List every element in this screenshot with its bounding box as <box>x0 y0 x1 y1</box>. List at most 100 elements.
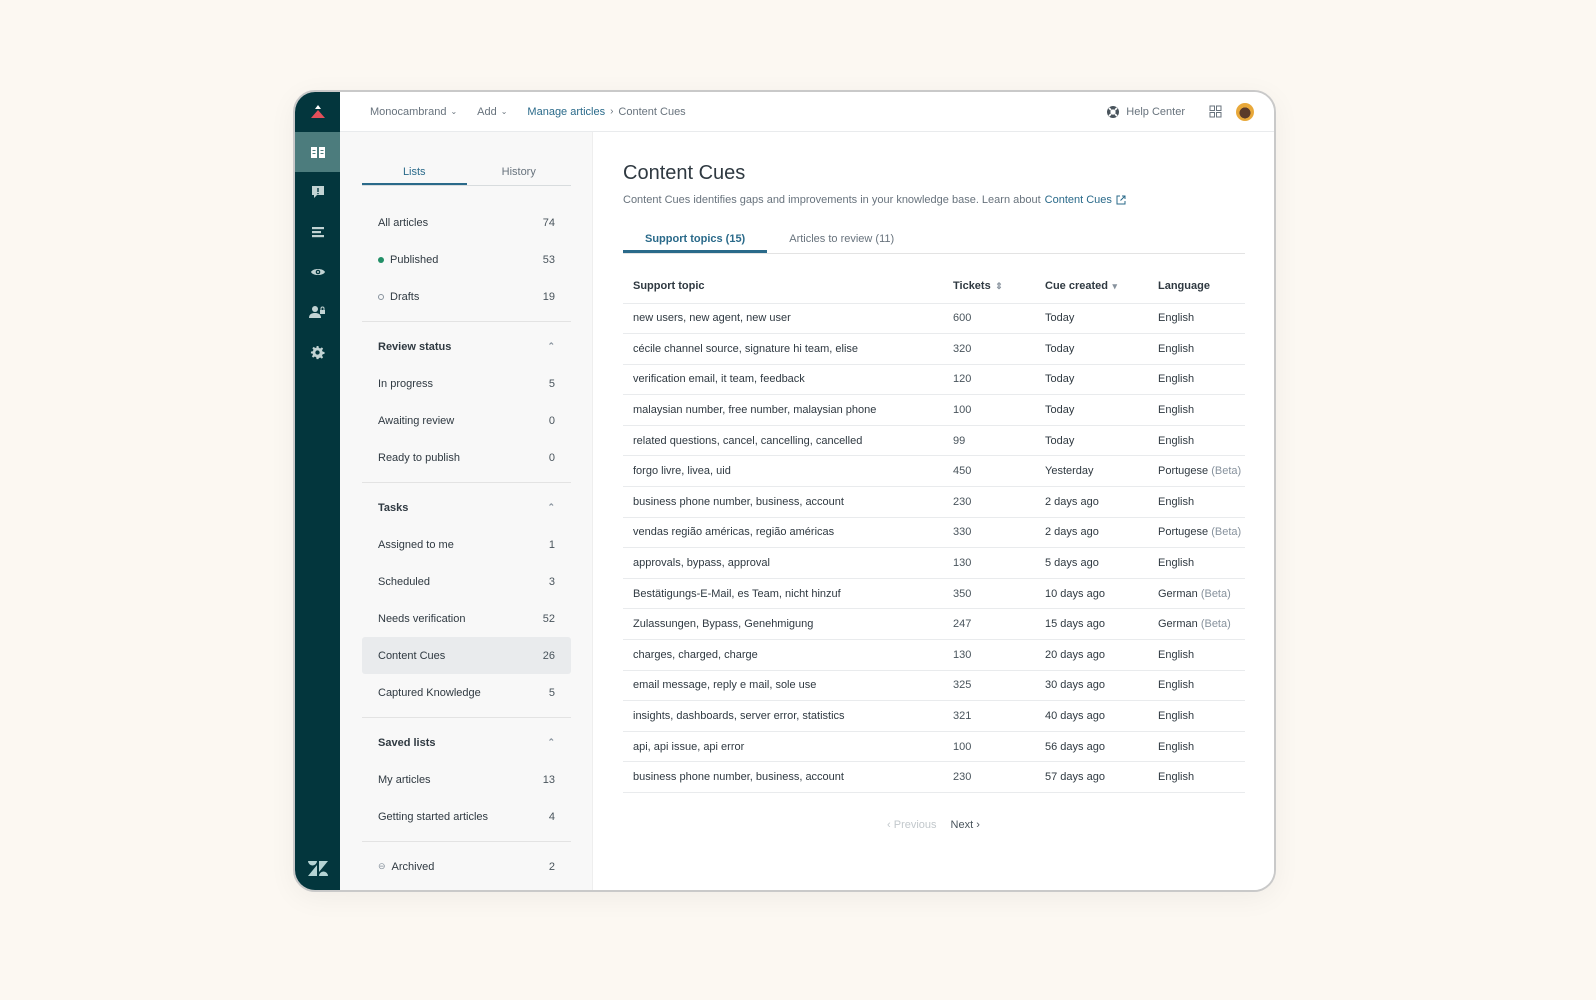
user-permissions-icon <box>309 305 326 319</box>
cell-tickets: 230 <box>943 487 1035 518</box>
cell-language: English <box>1148 670 1245 701</box>
cell-tickets: 100 <box>943 731 1035 762</box>
previous-page-button[interactable]: ‹ Previous <box>887 819 937 831</box>
table-row[interactable]: Zulassungen, Bypass, Genehmigung24715 da… <box>623 609 1245 640</box>
rail-permissions[interactable] <box>295 292 340 332</box>
list-item-scheduled[interactable]: Scheduled 3 <box>362 563 571 600</box>
table-row[interactable]: api, api issue, api error10056 days agoE… <box>623 731 1245 762</box>
column-tickets[interactable]: Tickets ⇕ <box>943 269 1035 303</box>
cell-language: English <box>1148 395 1245 426</box>
language-label: English <box>1158 649 1194 661</box>
rail-settings[interactable] <box>295 332 340 372</box>
zendesk-logo[interactable] <box>295 861 340 876</box>
tab-lists[interactable]: Lists <box>362 160 467 185</box>
eye-icon <box>310 266 326 278</box>
page-title: Content Cues <box>623 162 745 185</box>
cell-language: English <box>1148 364 1245 395</box>
cell-tickets: 330 <box>943 517 1035 548</box>
column-cue-created[interactable]: Cue created ▾ <box>1035 269 1148 303</box>
list-item-captured-knowledge[interactable]: Captured Knowledge 5 <box>362 674 571 711</box>
apps-grid-icon <box>1209 105 1222 118</box>
table-row[interactable]: related questions, cancel, cancelling, c… <box>623 425 1245 456</box>
lifebuoy-icon <box>1106 105 1120 119</box>
list-item-label: Scheduled <box>378 576 430 588</box>
list-item-awaiting-review[interactable]: Awaiting review 0 <box>362 402 571 439</box>
table-row[interactable]: approvals, bypass, approval1305 days ago… <box>623 548 1245 579</box>
cell-tickets: 600 <box>943 303 1035 334</box>
list-item-assigned-to-me[interactable]: Assigned to me 1 <box>362 526 571 563</box>
list-item-drafts[interactable]: Drafts 19 <box>362 278 571 315</box>
chevron-up-icon: ⌃ <box>547 341 555 352</box>
list-item-my-articles[interactable]: My articles 13 <box>362 761 571 798</box>
apps-button[interactable] <box>1209 105 1222 118</box>
table-row[interactable]: business phone number, business, account… <box>623 487 1245 518</box>
sort-icon[interactable]: ⇕ <box>993 281 1003 291</box>
divider <box>362 717 571 718</box>
cell-topic: malaysian number, free number, malaysian… <box>623 395 943 426</box>
section-saved-lists[interactable]: Saved lists ⌃ <box>362 724 571 761</box>
brand-dropdown[interactable]: Monocambrand ⌄ <box>370 106 457 118</box>
chevron-down-icon: ⌄ <box>501 107 508 116</box>
table-row[interactable]: charges, charged, charge13020 days agoEn… <box>623 640 1245 671</box>
section-tasks[interactable]: Tasks ⌃ <box>362 489 571 526</box>
rail-preview[interactable] <box>295 252 340 292</box>
language-label: English <box>1158 710 1194 722</box>
table-row[interactable]: business phone number, business, account… <box>623 762 1245 793</box>
learn-more-link[interactable]: Content Cues <box>1045 194 1112 206</box>
cell-cue-created: 2 days ago <box>1035 487 1148 518</box>
list-item-getting-started[interactable]: Getting started articles 4 <box>362 798 571 835</box>
beta-badge: (Beta) <box>1211 526 1241 538</box>
rail-knowledge[interactable] <box>295 132 340 172</box>
breadcrumb-manage-articles[interactable]: Manage articles <box>527 106 605 118</box>
list-item-archived[interactable]: ⊖ Archived 2 <box>362 848 571 885</box>
user-avatar[interactable] <box>1236 103 1254 121</box>
alert-icon <box>311 185 325 199</box>
cell-cue-created: 20 days ago <box>1035 640 1148 671</box>
language-label: English <box>1158 771 1194 783</box>
list-item-in-progress[interactable]: In progress 5 <box>362 365 571 402</box>
cell-language: Portugese (Beta) <box>1148 456 1245 487</box>
language-label: Portugese <box>1158 526 1208 538</box>
table-row[interactable]: verification email, it team, feedback120… <box>623 364 1245 395</box>
rail-alerts[interactable] <box>295 172 340 212</box>
guide-logo[interactable] <box>295 92 340 132</box>
cell-tickets: 321 <box>943 701 1035 732</box>
rail-lists[interactable] <box>295 212 340 252</box>
list-item-needs-verification[interactable]: Needs verification 52 <box>362 600 571 637</box>
cell-language: English <box>1148 548 1245 579</box>
list-item-content-cues[interactable]: Content Cues 26 <box>362 637 571 674</box>
sort-descending-icon[interactable]: ▾ <box>1110 281 1117 291</box>
table-row[interactable]: cécile channel source, signature hi team… <box>623 334 1245 365</box>
column-label: Language <box>1158 280 1210 292</box>
language-label: English <box>1158 496 1194 508</box>
tab-history[interactable]: History <box>467 160 572 185</box>
cell-cue-created: 30 days ago <box>1035 670 1148 701</box>
cell-cue-created: Today <box>1035 364 1148 395</box>
list-item-ready-to-publish[interactable]: Ready to publish 0 <box>362 439 571 476</box>
panel-tabs: Lists History <box>362 160 571 186</box>
table-row[interactable]: Bestätigungs-E-Mail, es Team, nicht hinz… <box>623 578 1245 609</box>
table-row[interactable]: vendas região américas, região américas3… <box>623 517 1245 548</box>
language-label: English <box>1158 373 1194 385</box>
next-page-button[interactable]: Next › <box>951 819 980 831</box>
list-item-count: 2 <box>549 861 555 873</box>
table-row[interactable]: forgo livre, livea, uid450YesterdayPortu… <box>623 456 1245 487</box>
help-center-link[interactable]: Help Center <box>1106 105 1185 119</box>
table-row[interactable]: malaysian number, free number, malaysian… <box>623 395 1245 426</box>
list-item-published[interactable]: Published 53 <box>362 241 571 278</box>
table-row[interactable]: insights, dashboards, server error, stat… <box>623 701 1245 732</box>
description-text: Content Cues identifies gaps and improve… <box>623 194 1041 206</box>
list-item-count: 0 <box>549 415 555 427</box>
cell-language: Portugese (Beta) <box>1148 517 1245 548</box>
list-item-count: 1 <box>549 539 555 551</box>
list-item-all-articles[interactable]: All articles 74 <box>362 204 571 241</box>
add-label: Add <box>477 106 497 118</box>
section-review-status[interactable]: Review status ⌃ <box>362 328 571 365</box>
table-row[interactable]: new users, new agent, new user600TodayEn… <box>623 303 1245 334</box>
tab-articles-to-review[interactable]: Articles to review (11) <box>767 228 916 253</box>
content-tabs: Support topics (15) Articles to review (… <box>623 228 1245 254</box>
tab-support-topics[interactable]: Support topics (15) <box>623 228 767 253</box>
table-row[interactable]: email message, reply e mail, sole use325… <box>623 670 1245 701</box>
external-link-icon[interactable] <box>1116 195 1126 205</box>
add-dropdown[interactable]: Add ⌄ <box>477 106 507 118</box>
